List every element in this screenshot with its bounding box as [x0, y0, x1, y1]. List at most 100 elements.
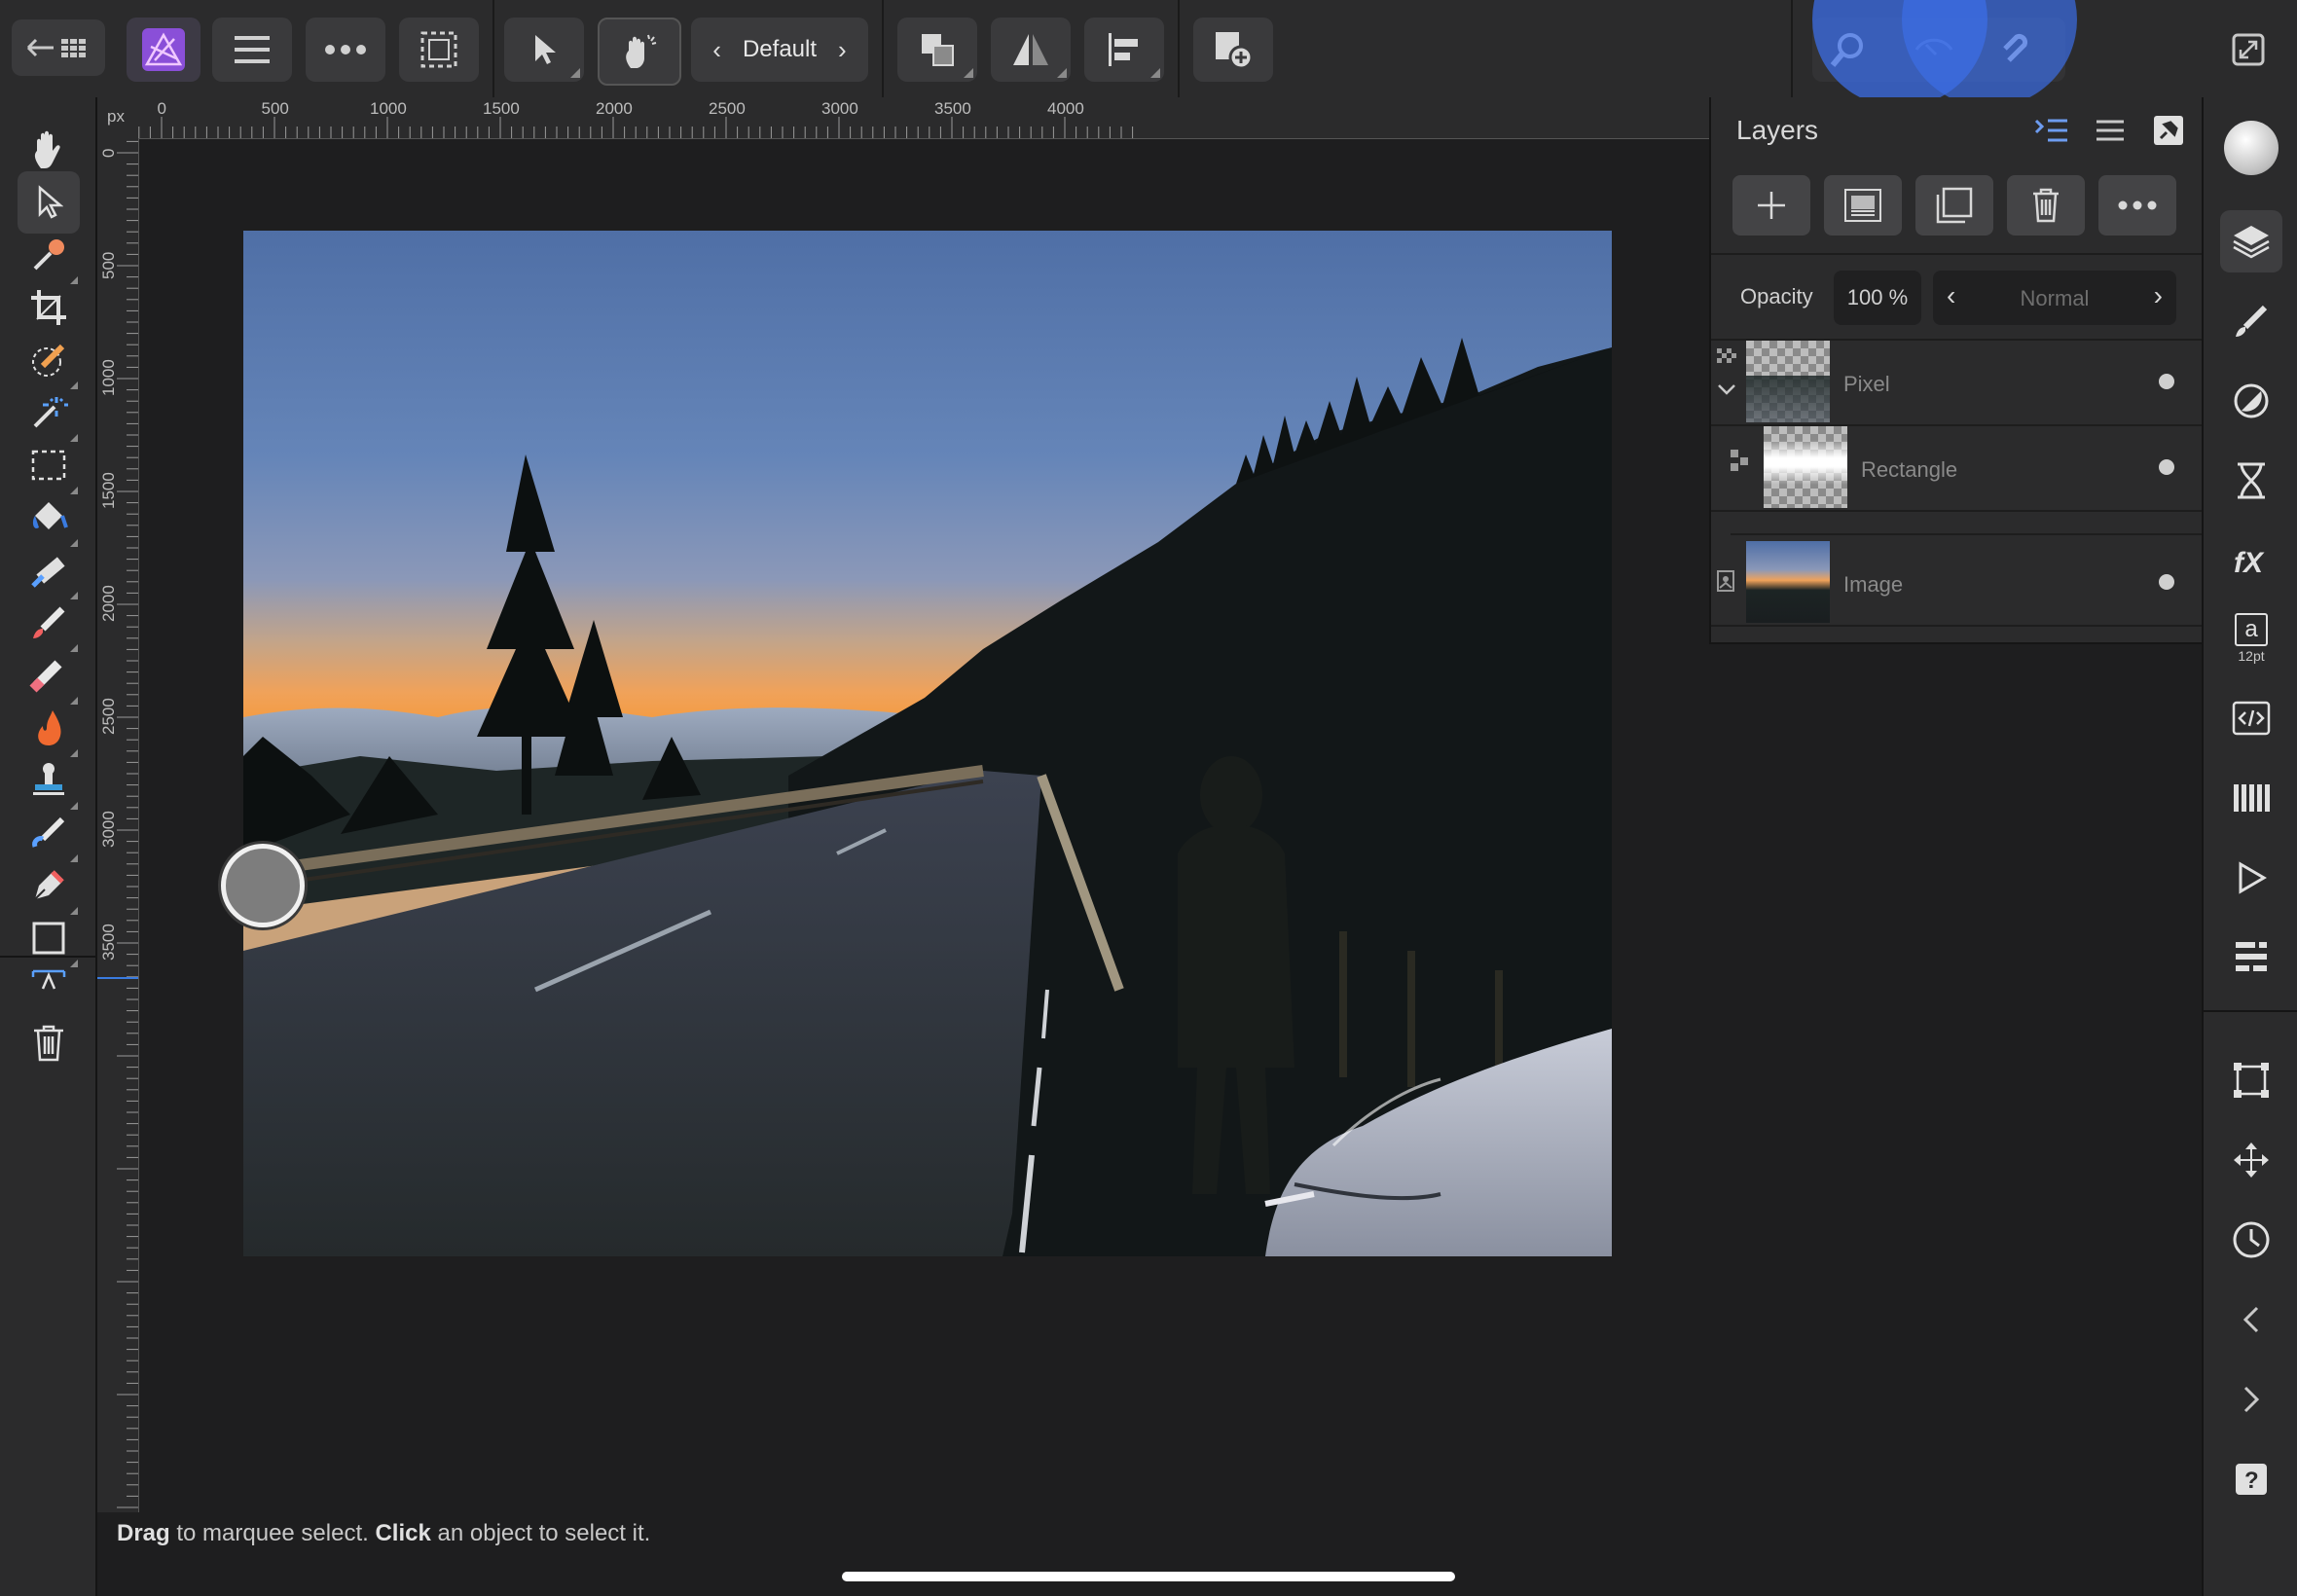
color-panel-button[interactable]: [2220, 117, 2282, 179]
text-style-panel-button[interactable]: a 12pt: [2220, 607, 2282, 670]
fullscreen-button[interactable]: [2215, 18, 2281, 82]
plus-icon: [1758, 192, 1785, 219]
photo-persona-button[interactable]: [127, 18, 201, 82]
chevron-right-icon[interactable]: ›: [2154, 280, 2163, 311]
mask-icon: [1844, 189, 1881, 222]
flame-icon: [38, 710, 61, 745]
channels-icon: [2234, 784, 2270, 812]
persona-name: Default: [742, 36, 818, 62]
rectangle-shape-icon: [32, 922, 65, 955]
layers-options-button[interactable]: [2032, 111, 2071, 150]
move-nudge-button[interactable]: [2220, 1129, 2282, 1191]
channels-panel-button[interactable]: [2220, 767, 2282, 829]
add-page-icon: [1216, 32, 1254, 70]
studio-divider: [2204, 1010, 2297, 1012]
brushes-panel-button[interactable]: [2220, 290, 2282, 352]
align-button[interactable]: [1084, 18, 1164, 82]
adjustment-dial-icon: [2234, 383, 2269, 418]
transform-selection-button[interactable]: [2220, 1049, 2282, 1111]
flip-button[interactable]: [991, 18, 1071, 82]
add-mask-button[interactable]: [1824, 175, 1902, 236]
align-left-icon: [1109, 33, 1138, 66]
expand-icon: [2232, 33, 2265, 66]
group-spacer: [1731, 512, 2204, 535]
paint-bucket-icon: [32, 502, 68, 529]
menu-button[interactable]: [212, 18, 292, 82]
gradient-icon: [31, 557, 65, 588]
opacity-field[interactable]: 100 %: [1834, 271, 1921, 325]
touch-hand-icon: [626, 34, 657, 68]
duplicate-layer-button[interactable]: [1915, 175, 1993, 236]
add-layer-button[interactable]: [1732, 175, 1810, 236]
marquee-selection-icon: [420, 31, 457, 68]
layers-panel-button[interactable]: [2220, 210, 2282, 272]
layer-name: Pixel: [1843, 372, 1890, 396]
chevron-left-icon[interactable]: ‹: [712, 35, 721, 65]
history-panel-button[interactable]: [2220, 450, 2282, 512]
adjustments-panel-button[interactable]: [2220, 370, 2282, 432]
back-to-documents-button[interactable]: [12, 19, 105, 76]
image-layer-type-icon: [1717, 570, 1734, 592]
arrange-button[interactable]: [897, 18, 977, 82]
more-button[interactable]: [306, 18, 385, 82]
navigator-panel-button[interactable]: [2220, 847, 2282, 909]
document-photo[interactable]: [243, 231, 1612, 1256]
ruler-ticks: [138, 117, 1134, 138]
hamburger-icon: [2096, 120, 2124, 141]
touch-gesture-button[interactable]: [598, 18, 681, 86]
pen-nib-icon: [34, 870, 64, 900]
home-indicator[interactable]: [842, 1572, 1455, 1581]
layers-panel: Layers Opacity 100 % ‹ Normal › Pixel Re…: [1709, 97, 2204, 644]
delete-layer-button[interactable]: [2007, 175, 2085, 236]
visibility-toggle[interactable]: [2159, 459, 2174, 475]
move-tool-button[interactable]: [504, 18, 584, 82]
layer-row-rectangle[interactable]: Rectangle: [1711, 426, 2204, 512]
eyedropper-icon: [33, 239, 64, 271]
layer-row-pixel[interactable]: Pixel: [1711, 341, 2204, 426]
selection-button[interactable]: [399, 18, 479, 82]
opacity-label: Opacity: [1740, 284, 1813, 308]
blend-mode-value: Normal: [2020, 286, 2090, 310]
help-button[interactable]: ?: [2220, 1448, 2282, 1510]
svg-text:?: ?: [2244, 1468, 2259, 1494]
layer-more-button[interactable]: [2098, 175, 2176, 236]
undo-button[interactable]: [2220, 1288, 2282, 1351]
duplicate-icon: [1936, 187, 1973, 224]
ellipsis-icon: [325, 45, 366, 54]
toolbar-divider: [882, 0, 884, 97]
blend-mode-selector[interactable]: ‹ Normal ›: [1933, 271, 2176, 325]
redo-button[interactable]: [2220, 1368, 2282, 1431]
ruler-ticks: [117, 140, 138, 1508]
layer-name: Rectangle: [1861, 457, 1958, 482]
quick-menu-button[interactable]: [221, 844, 305, 927]
chevron-right-icon[interactable]: ›: [838, 35, 847, 65]
add-document-button[interactable]: [1193, 18, 1273, 82]
help-icon: ?: [2236, 1464, 2267, 1495]
fx-icon: fX: [2234, 547, 2265, 578]
selection-brush-icon: [32, 344, 65, 377]
effects-panel-button[interactable]: fX: [2220, 529, 2282, 592]
clock-history-icon: [2233, 1221, 2270, 1258]
delete-button[interactable]: [18, 1012, 80, 1074]
svg-text:fX: fX: [2234, 547, 2265, 578]
text-tool[interactable]: [18, 960, 80, 998]
layer-options-icon: [2034, 119, 2067, 142]
hint-click-text: an object to select it.: [430, 1520, 651, 1546]
hint-drag-text: to marquee select.: [169, 1520, 376, 1546]
macro-panel-button[interactable]: [2220, 687, 2282, 749]
visibility-toggle[interactable]: [2159, 374, 2174, 389]
panel-divider: [1711, 253, 2204, 255]
studio-bar: fX a 12pt ?: [2202, 97, 2297, 1596]
layer-thumbnail: [1764, 426, 1847, 508]
pin-panel-button[interactable]: [2149, 111, 2188, 150]
toolbar-divider: [1791, 0, 1793, 97]
visibility-toggle[interactable]: [2159, 574, 2174, 590]
transform-panel-button[interactable]: [2220, 926, 2282, 989]
toolbar-divider: [1178, 0, 1180, 97]
document-canvas[interactable]: [139, 139, 1709, 1512]
history-timeline-button[interactable]: [2220, 1209, 2282, 1271]
chevron-down-icon[interactable]: [1717, 383, 1736, 397]
persona-switcher[interactable]: ‹ Default ›: [691, 18, 868, 82]
panel-menu-button[interactable]: [2091, 111, 2130, 150]
layer-row-image[interactable]: Image: [1711, 541, 2204, 627]
